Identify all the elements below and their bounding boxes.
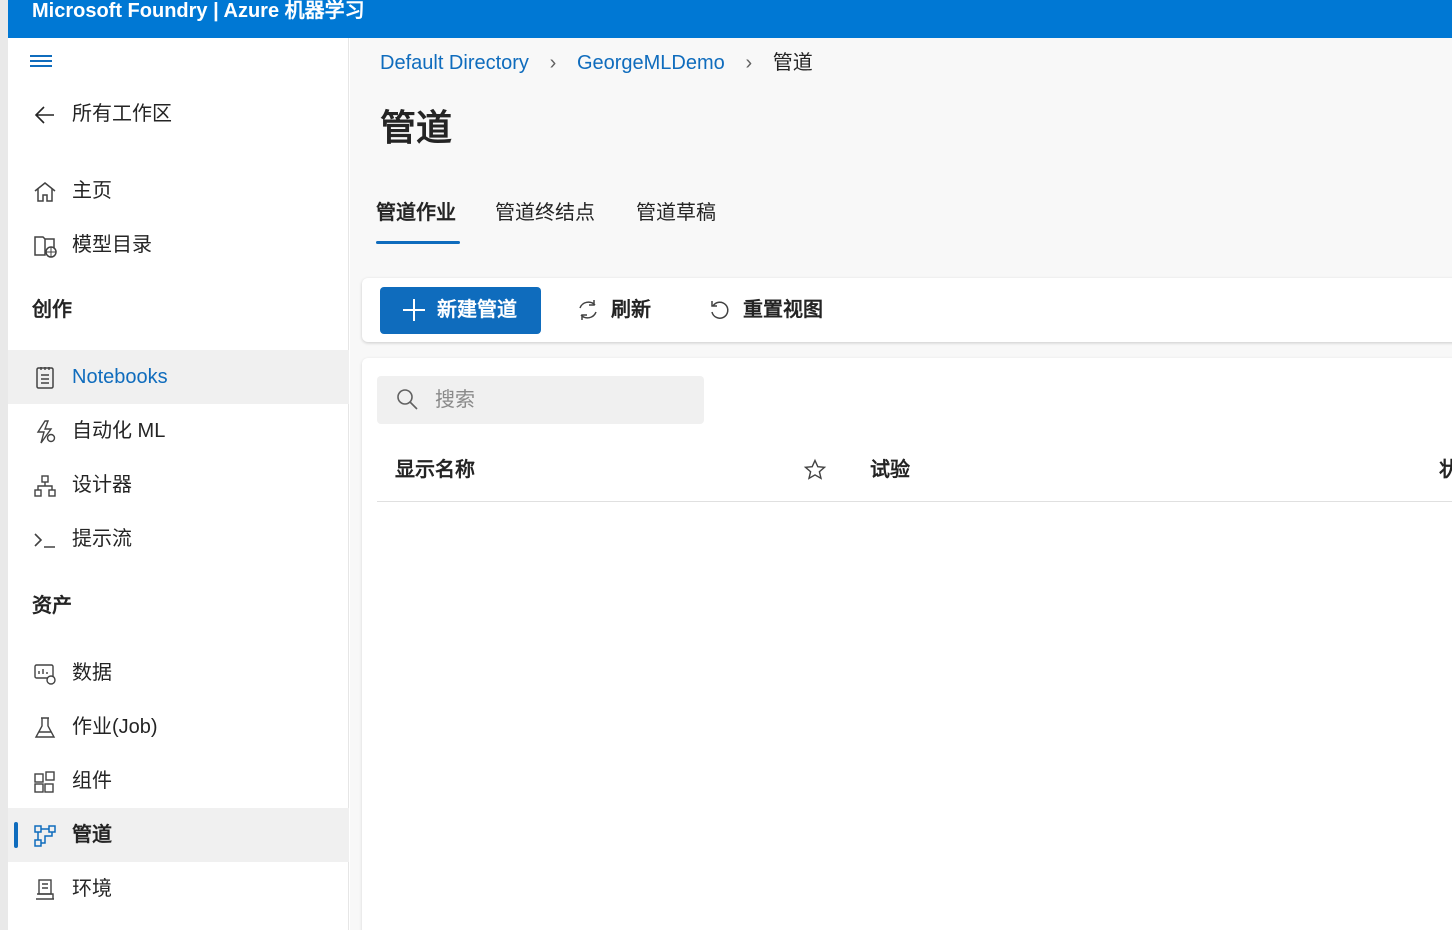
window-left-edge	[0, 0, 8, 930]
sidebar-item-environments[interactable]: 环境	[8, 862, 349, 916]
components-icon	[34, 771, 55, 793]
left-sidebar: 所有工作区 主页 模型目录 创作 Notebooks 自动化 ML 设计器 提示…	[8, 38, 349, 930]
tab-pipeline-jobs[interactable]: 管道作业	[376, 198, 460, 244]
prompt-flow-icon	[34, 533, 55, 548]
section-heading-authoring: 创作	[32, 299, 72, 321]
sidebar-item-label: 数据	[72, 662, 112, 684]
breadcrumb-directory[interactable]: Default Directory	[380, 52, 529, 74]
refresh-icon	[579, 300, 597, 320]
refresh-label: 刷新	[611, 299, 651, 321]
search-input[interactable]	[435, 384, 685, 416]
sidebar-item-label: 管道	[72, 824, 112, 846]
sidebar-item-label: 环境	[72, 878, 112, 900]
environment-icon	[36, 879, 54, 900]
tab-label: 管道作业	[376, 202, 456, 224]
column-header-experiment[interactable]: 试验	[870, 444, 910, 496]
plus-icon	[403, 299, 425, 321]
sidebar-item-pipelines[interactable]: 管道	[8, 808, 349, 862]
table-header: 显示名称 试验 状	[377, 444, 1452, 502]
back-label: 所有工作区	[72, 103, 172, 125]
sidebar-item-label: 模型目录	[72, 234, 152, 256]
search-icon	[397, 389, 418, 410]
tab-selected-underline	[376, 241, 460, 244]
back-all-workspaces[interactable]: 所有工作区	[8, 87, 349, 141]
reset-icon	[711, 301, 729, 319]
sidebar-item-model-catalog[interactable]: 模型目录	[8, 218, 349, 272]
sidebar-item-label: Notebooks	[72, 366, 168, 388]
sidebar-item-home[interactable]: 主页	[8, 164, 349, 218]
sidebar-item-label: 提示流	[72, 528, 132, 550]
flask-icon	[34, 717, 56, 738]
chevron-right-icon: ›	[745, 52, 753, 74]
star-icon[interactable]	[803, 458, 827, 482]
tab-pipeline-endpoints[interactable]: 管道终结点	[495, 198, 595, 228]
pipeline-icon	[34, 825, 56, 847]
top-app-bar: Microsoft Foundry | Azure 机器学习	[8, 0, 1452, 38]
notebook-icon	[36, 367, 54, 389]
page-title: 管道	[380, 107, 453, 148]
pipeline-jobs-panel: 显示名称 试验 状	[362, 358, 1452, 930]
data-icon	[34, 664, 56, 685]
column-header-status[interactable]: 状	[1439, 444, 1452, 496]
arrow-left-icon	[34, 106, 54, 124]
sidebar-item-label: 自动化 ML	[72, 420, 166, 442]
breadcrumb-workspace[interactable]: GeorgeMLDemo	[577, 52, 725, 74]
sidebar-item-jobs[interactable]: 作业(Job)	[8, 700, 349, 754]
sidebar-item-notebooks[interactable]: Notebooks	[8, 350, 349, 404]
sidebar-item-label: 组件	[72, 770, 112, 792]
active-indicator	[14, 822, 18, 848]
sidebar-item-label: 作业(Job)	[72, 716, 158, 738]
home-icon	[34, 182, 56, 202]
app-title[interactable]: Microsoft Foundry | Azure 机器学习	[32, 0, 365, 24]
main-content: Default Directory › GeorgeMLDemo › 管道 管道 管道作…	[350, 38, 1452, 930]
hamburger-menu-icon[interactable]	[30, 52, 56, 72]
sidebar-item-label: 设计器	[72, 474, 132, 496]
model-catalog-icon	[34, 236, 57, 258]
sidebar-item-components[interactable]: 组件	[8, 754, 349, 808]
tab-pipeline-drafts[interactable]: 管道草稿	[636, 198, 716, 228]
reset-view-label: 重置视图	[743, 299, 823, 321]
column-header-display-name[interactable]: 显示名称	[395, 444, 475, 496]
chevron-right-icon: ›	[549, 52, 557, 74]
command-bar: 新建管道 刷新 重置视图	[362, 278, 1452, 342]
sidebar-item-prompt-flow[interactable]: 提示流	[8, 512, 349, 566]
reset-view-button[interactable]: 重置视图	[707, 287, 847, 334]
automl-icon	[36, 420, 56, 444]
search-box	[377, 376, 704, 424]
new-pipeline-label: 新建管道	[437, 299, 517, 321]
breadcrumb: Default Directory › GeorgeMLDemo › 管道	[380, 48, 813, 78]
refresh-button[interactable]: 刷新	[575, 287, 675, 334]
designer-icon	[34, 475, 56, 497]
sidebar-item-label: 主页	[72, 180, 112, 202]
new-pipeline-button[interactable]: 新建管道	[380, 287, 541, 334]
breadcrumb-current: 管道	[772, 52, 813, 74]
section-heading-assets: 资产	[32, 595, 72, 617]
sidebar-item-designer[interactable]: 设计器	[8, 458, 349, 512]
tab-label: 管道草稿	[636, 202, 716, 224]
tab-label: 管道终结点	[495, 202, 595, 224]
sidebar-item-automl[interactable]: 自动化 ML	[8, 404, 349, 458]
sidebar-item-data[interactable]: 数据	[8, 646, 349, 700]
